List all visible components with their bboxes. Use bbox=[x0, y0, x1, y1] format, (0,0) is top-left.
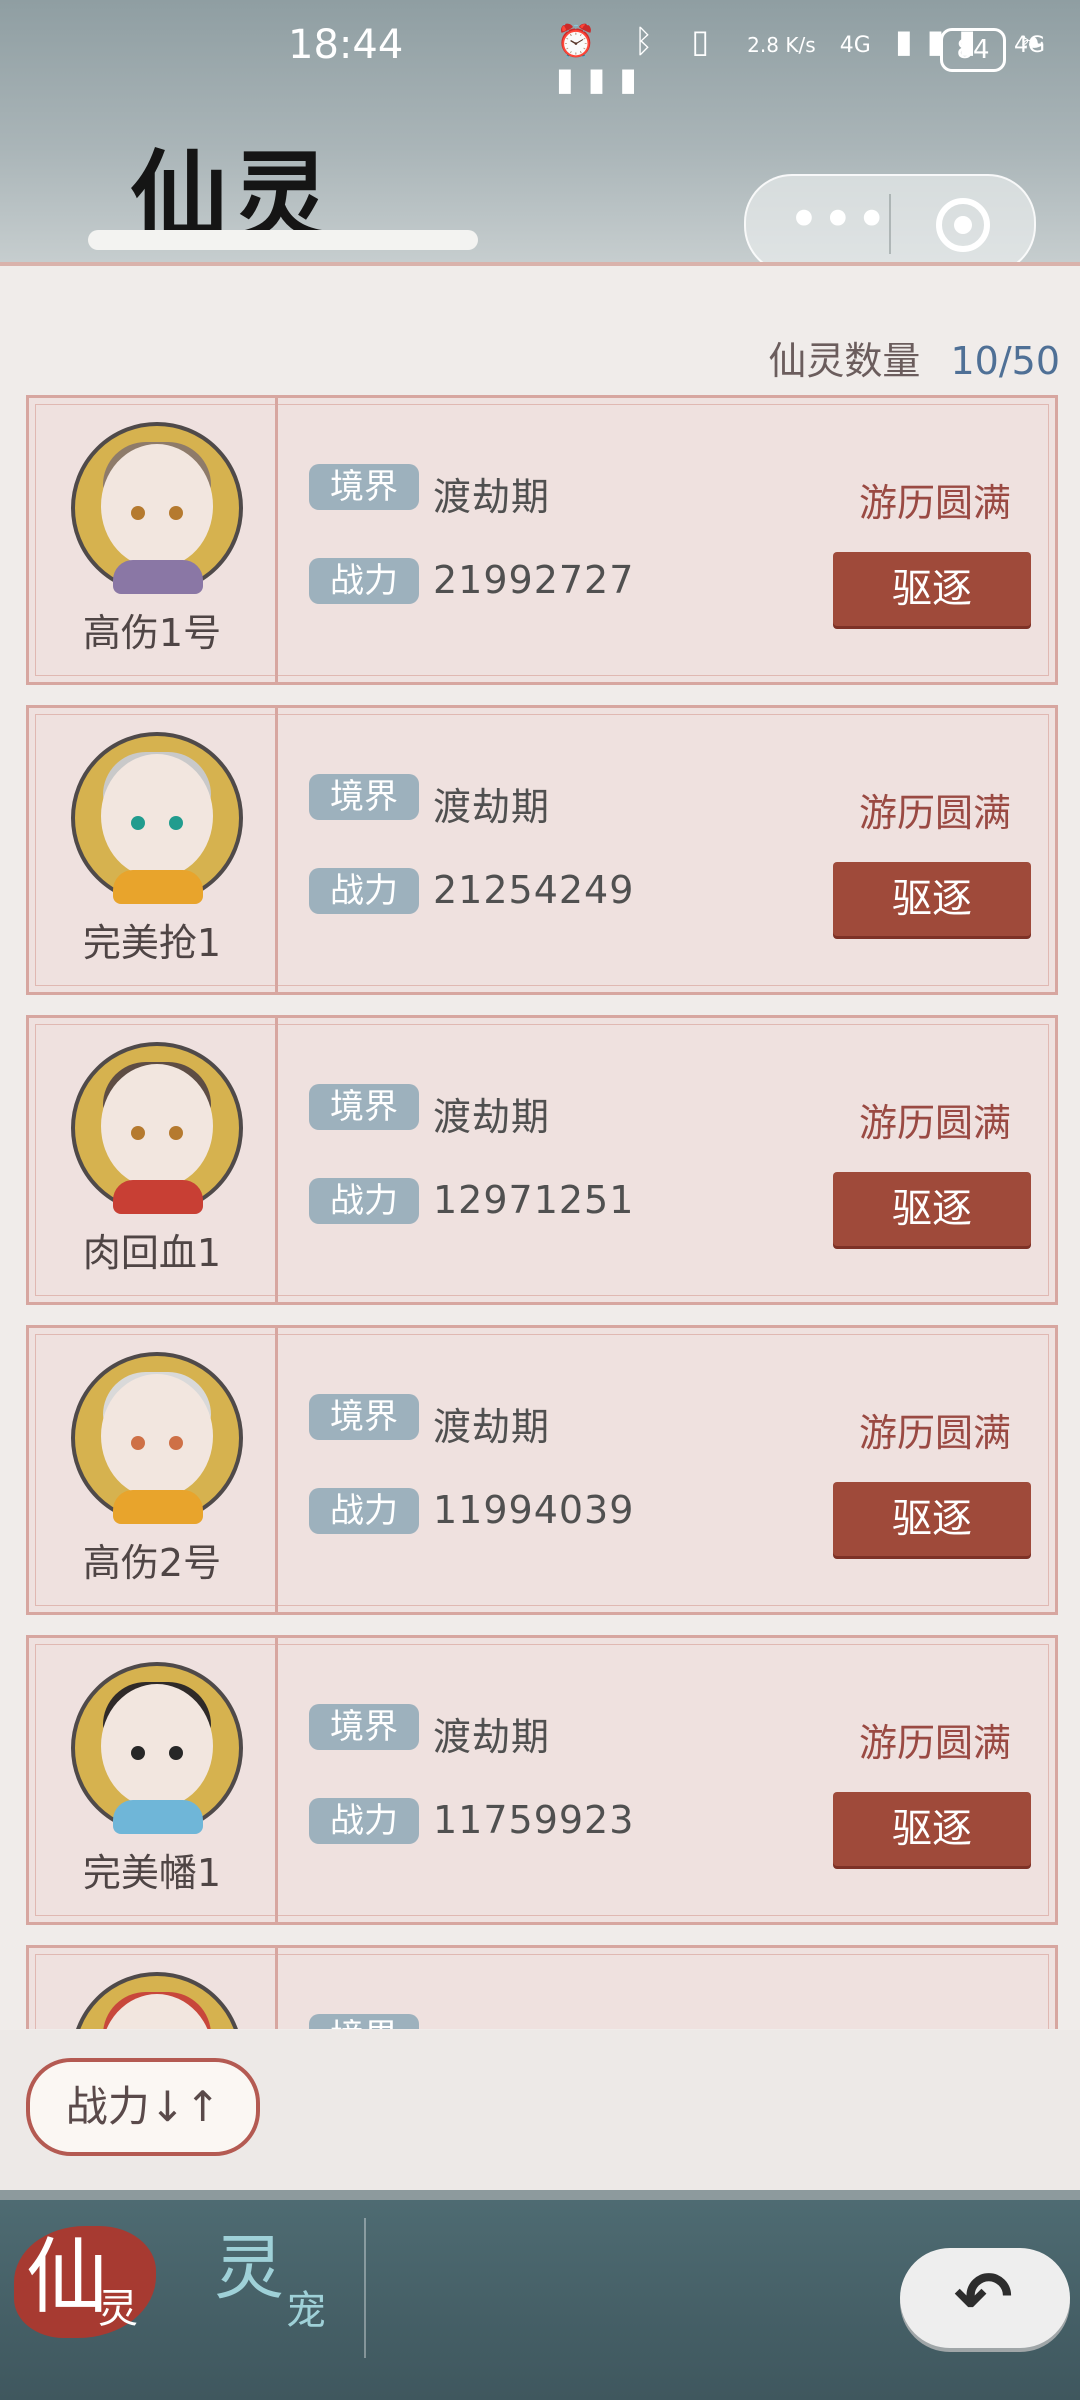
spirit-count-label: 仙灵数量 bbox=[768, 339, 921, 383]
avatar-eyes bbox=[131, 816, 183, 830]
expel-button[interactable]: 驱逐 bbox=[833, 1172, 1031, 1246]
avatar bbox=[71, 1042, 243, 1214]
realm-tag: 境界 bbox=[309, 1704, 419, 1750]
tab-spirit[interactable]: 仙 灵 bbox=[14, 2214, 158, 2338]
tab-pet-main-label: 灵 bbox=[214, 2227, 284, 2309]
vibrate-icon: ▯ bbox=[691, 22, 723, 60]
avatar-robe bbox=[113, 560, 203, 594]
expel-button[interactable]: 驱逐 bbox=[833, 552, 1031, 626]
avatar-eyes bbox=[131, 1746, 183, 1760]
tab-spirit-main-label: 仙 bbox=[26, 2230, 109, 2325]
tab-spirit-sub-label: 灵 bbox=[98, 2286, 138, 2332]
spirit-name: 完美抢1 bbox=[82, 921, 222, 965]
realm-value: 渡劫期 bbox=[433, 785, 551, 829]
avatar bbox=[71, 422, 243, 594]
power-tag: 战力 bbox=[309, 1798, 419, 1844]
tab-pet-sub-label: 宠 bbox=[286, 2288, 326, 2334]
tab-pet[interactable]: 灵 宠 bbox=[194, 2212, 374, 2334]
signal-1-label: 4G bbox=[839, 33, 871, 58]
alarm-icon: ⏰ bbox=[556, 22, 610, 60]
spirit-card[interactable]: 完美抢1 境界 渡劫期 战力 21254249 游历圆满 驱逐 bbox=[26, 705, 1058, 995]
avatar bbox=[71, 1662, 243, 1834]
spirit-count: 仙灵数量 10/50 bbox=[768, 330, 1060, 385]
realm-value: 渡劫期 bbox=[433, 475, 551, 519]
tab-divider bbox=[364, 2218, 366, 2358]
leaf-icon: ❧ bbox=[1020, 26, 1046, 61]
spirit-name: 高伤2号 bbox=[82, 1541, 222, 1585]
realm-tag: 境界 bbox=[309, 464, 419, 510]
travel-status: 游历圆满 bbox=[858, 1101, 1011, 1145]
spirit-name: 肉回血1 bbox=[82, 1231, 222, 1275]
spirit-name: 完美幡1 bbox=[82, 1851, 222, 1895]
travel-status: 游历圆满 bbox=[858, 791, 1011, 835]
spirit-card[interactable]: 肉回血1 境界 渡劫期 战力 12971251 游历圆满 驱逐 bbox=[26, 1015, 1058, 1305]
capsule-divider bbox=[889, 194, 891, 254]
card-left-panel: 肉回血1 bbox=[29, 1018, 278, 1302]
avatar-face bbox=[101, 1994, 213, 2029]
spirit-list[interactable]: 高伤1号 境界 渡劫期 战力 21992727 游历圆满 驱逐 完美抢1 境界 … bbox=[26, 395, 1058, 2029]
power-value: 12971251 bbox=[433, 1178, 635, 1222]
sort-power-button[interactable]: 战力↓↑ bbox=[26, 2058, 260, 2156]
back-button[interactable]: ↶ bbox=[900, 2248, 1070, 2348]
realm-value: 渡劫期 bbox=[433, 1715, 551, 1759]
target-icon[interactable] bbox=[936, 198, 990, 252]
signal-2-icon: ▮▮▮ bbox=[556, 60, 651, 98]
avatar-robe bbox=[113, 1490, 203, 1524]
power-value: 11759923 bbox=[433, 1798, 635, 1842]
status-time: 18:44 bbox=[288, 22, 404, 68]
spirit-count-value: 10/50 bbox=[950, 339, 1060, 383]
network-speed: 2.8 K/s bbox=[747, 33, 816, 57]
avatar-robe bbox=[113, 870, 203, 904]
bluetooth-icon: ᛒ bbox=[634, 22, 668, 60]
avatar bbox=[71, 1972, 243, 2029]
power-tag: 战力 bbox=[309, 1488, 419, 1534]
travel-status: 游历圆满 bbox=[858, 481, 1011, 525]
mini-program-capsule[interactable]: ••• bbox=[744, 174, 1036, 274]
power-value: 11994039 bbox=[433, 1488, 635, 1532]
avatar bbox=[71, 1352, 243, 1524]
power-value: 21992727 bbox=[433, 558, 635, 602]
spirit-name: 高伤1号 bbox=[82, 611, 222, 655]
expel-button[interactable]: 驱逐 bbox=[833, 1792, 1031, 1866]
realm-tag: 境界 bbox=[309, 1394, 419, 1440]
card-left-panel: 高伤1号 bbox=[29, 398, 278, 682]
expel-button[interactable]: 驱逐 bbox=[833, 862, 1031, 936]
spirit-card-partial[interactable]: 境界 bbox=[26, 1945, 1058, 2029]
avatar-robe bbox=[113, 1800, 203, 1834]
battery-level: 84 bbox=[940, 28, 1006, 72]
power-value: 21254249 bbox=[433, 868, 635, 912]
power-tag: 战力 bbox=[309, 1178, 419, 1224]
title-brush-stroke bbox=[88, 230, 478, 250]
spirit-card[interactable]: 高伤2号 境界 渡劫期 战力 11994039 游历圆满 驱逐 bbox=[26, 1325, 1058, 1615]
expel-button[interactable]: 驱逐 bbox=[833, 1482, 1031, 1556]
realm-tag: 境界 bbox=[309, 774, 419, 820]
realm-value: 渡劫期 bbox=[433, 1405, 551, 1449]
realm-value: 渡劫期 bbox=[433, 1095, 551, 1139]
dots-icon[interactable]: ••• bbox=[788, 188, 890, 251]
realm-tag: 境界 bbox=[309, 2014, 419, 2029]
avatar-eyes bbox=[131, 506, 183, 520]
travel-status: 游历圆满 bbox=[858, 1721, 1011, 1765]
avatar bbox=[71, 732, 243, 904]
back-arrow-icon: ↶ bbox=[954, 2256, 1013, 2338]
spirit-card[interactable]: 高伤1号 境界 渡劫期 战力 21992727 游历圆满 驱逐 bbox=[26, 395, 1058, 685]
realm-tag: 境界 bbox=[309, 1084, 419, 1130]
travel-status: 游历圆满 bbox=[858, 1411, 1011, 1455]
avatar-eyes bbox=[131, 1126, 183, 1140]
spirit-card[interactable]: 完美幡1 境界 渡劫期 战力 11759923 游历圆满 驱逐 bbox=[26, 1635, 1058, 1925]
card-left-panel: 完美抢1 bbox=[29, 708, 278, 992]
avatar-robe bbox=[113, 1180, 203, 1214]
card-left-panel: 完美幡1 bbox=[29, 1638, 278, 1922]
card-left-panel: 高伤2号 bbox=[29, 1328, 278, 1612]
card-left-panel bbox=[29, 1948, 278, 2029]
status-bar: 18:44 ⏰ ᛒ ▯ 2.8 K/s 4G ▮▮▮ 4G ▮▮▮ 84 ❧ bbox=[0, 0, 1080, 98]
avatar-eyes bbox=[131, 1436, 183, 1450]
power-tag: 战力 bbox=[309, 558, 419, 604]
power-tag: 战力 bbox=[309, 868, 419, 914]
